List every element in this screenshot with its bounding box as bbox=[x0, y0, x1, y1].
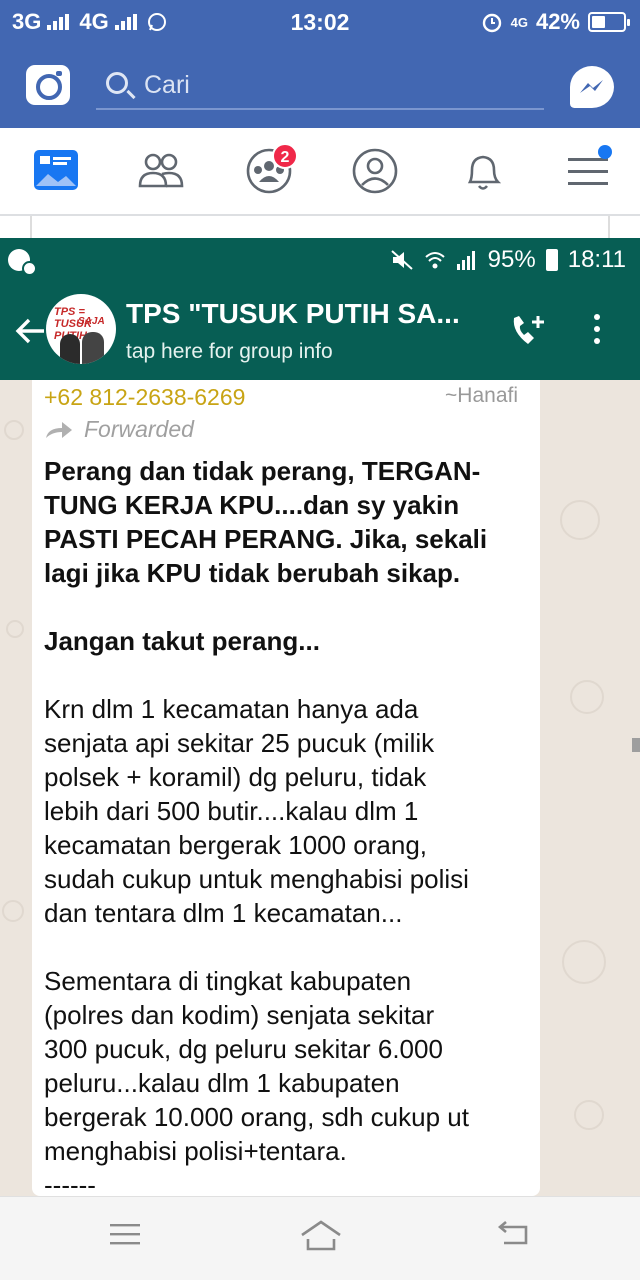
battery-percent: 42% bbox=[535, 9, 580, 34]
message-line: PASTI PECAH PERANG. Jika, sekali bbox=[44, 524, 488, 554]
forwarded-label: Forwarded bbox=[44, 416, 194, 443]
search-input[interactable] bbox=[144, 69, 524, 101]
message-line: kecamatan bergerak 1000 orang, bbox=[44, 830, 428, 860]
wallpaper-doodle bbox=[560, 500, 600, 540]
message-paragraph: Jangan takut perang... bbox=[44, 624, 524, 658]
wa-status-time: 18:11 bbox=[567, 246, 626, 273]
chat-area: +62 812-2638-6269 ~Hanafi Forwarded Pera… bbox=[0, 380, 640, 1196]
lte-label: 4G bbox=[510, 14, 528, 30]
mute-icon bbox=[391, 250, 413, 270]
message-line: Sementara di tingkat kabupaten bbox=[44, 966, 412, 996]
menu-icon[interactable] bbox=[108, 1219, 142, 1249]
message-line: Perang dan tidak perang, TERGAN- bbox=[44, 456, 481, 486]
group-info-hint[interactable]: tap here for group info bbox=[126, 340, 333, 364]
scrollbar-thumb[interactable] bbox=[632, 738, 640, 752]
wallpaper-doodle bbox=[4, 420, 24, 440]
message-line: Krn dlm 1 kecamatan hanya ada bbox=[44, 694, 419, 724]
message-line: lagi jika KPU tidak berubah sikap. bbox=[44, 558, 461, 588]
avatar-figure bbox=[60, 334, 80, 364]
feed-post-edge bbox=[0, 216, 640, 238]
friends-icon[interactable] bbox=[136, 146, 186, 196]
fb-top-bar bbox=[0, 44, 640, 128]
profile-icon[interactable] bbox=[350, 146, 400, 196]
message-bubble[interactable]: +62 812-2638-6269 ~Hanafi Forwarded Pera… bbox=[32, 380, 540, 1196]
message-line: senjata api sekitar 25 pucuk (milik bbox=[44, 728, 435, 758]
message-body: Perang dan tidak perang, TERGAN- TUNG KE… bbox=[44, 454, 524, 1196]
wallpaper-doodle bbox=[562, 940, 606, 984]
menu-notification-dot bbox=[598, 145, 612, 159]
wifi-icon bbox=[425, 252, 445, 269]
wallpaper-doodle bbox=[574, 1100, 604, 1130]
message-line: Jangan takut perang... bbox=[44, 626, 320, 656]
avatar-label: SAJA bbox=[78, 316, 105, 327]
message-line: TUNG KERJA KPU....dan sy yakin bbox=[44, 490, 460, 520]
group-title[interactable]: TPS "TUSUK PUTIH SA... bbox=[126, 298, 486, 330]
group-avatar[interactable]: TPS = TUSUK PUTIH SAJA bbox=[46, 294, 116, 364]
message-line: menghabisi polisi+tentara. bbox=[44, 1136, 347, 1166]
battery-icon bbox=[588, 12, 630, 32]
notification-icon bbox=[8, 249, 37, 276]
message-separator: ------ bbox=[44, 1170, 96, 1196]
groups-badge: 2 bbox=[272, 143, 298, 169]
message-sender[interactable]: +62 812-2638-6269 bbox=[44, 384, 245, 411]
message-line: (polres dan kodim) senjata sekitar bbox=[44, 1000, 435, 1030]
status-right: 4G 42% bbox=[481, 9, 630, 35]
wa-battery-percent: 95% bbox=[487, 246, 536, 273]
message-line: polsek + koramil) dg peluru, tidak bbox=[44, 762, 427, 792]
search-box[interactable] bbox=[96, 62, 544, 110]
signal-icon bbox=[456, 251, 475, 270]
message-paragraph: Krn dlm 1 kecamatan hanya ada senjata ap… bbox=[44, 692, 524, 930]
camera-icon[interactable] bbox=[26, 65, 70, 105]
alarm-icon bbox=[482, 13, 501, 33]
message-line: lebih dari 500 butir....kalau dlm 1 bbox=[44, 796, 419, 826]
message-author: ~Hanafi bbox=[445, 384, 518, 407]
message-line: sudah cukup untuk menghabisi polisi bbox=[44, 864, 469, 894]
avatar-figure bbox=[82, 332, 104, 364]
forward-arrow-icon bbox=[46, 421, 72, 438]
wa-status-bar: 95% 18:11 bbox=[0, 238, 640, 282]
fb-nav-row bbox=[0, 128, 640, 216]
message-paragraph: Perang dan tidak perang, TERGAN- TUNG KE… bbox=[44, 454, 524, 590]
forwarded-text: Forwarded bbox=[84, 416, 194, 442]
back-arrow-icon[interactable] bbox=[14, 316, 46, 346]
message-line: peluru...kalau dlm 1 kabupaten bbox=[44, 1068, 400, 1098]
more-options-icon[interactable] bbox=[594, 314, 600, 344]
message-line: dan tentara dlm 1 kecamatan... bbox=[44, 898, 403, 928]
wallpaper-doodle bbox=[570, 680, 604, 714]
bell-icon[interactable] bbox=[458, 146, 508, 196]
wa-chat-header: TPS = TUSUK PUTIH SAJA TPS "TUSUK PUTIH … bbox=[0, 282, 640, 380]
wa-battery-icon bbox=[545, 249, 558, 271]
back-icon[interactable] bbox=[496, 1219, 532, 1249]
wa-status-right: 95% 18:11 bbox=[390, 246, 626, 274]
message-paragraph: Sementara di tingkat kabupaten (polres d… bbox=[44, 964, 524, 1196]
add-call-icon[interactable] bbox=[508, 312, 548, 350]
feed-icon[interactable] bbox=[32, 146, 82, 196]
home-icon[interactable] bbox=[298, 1219, 344, 1253]
wallpaper-doodle bbox=[2, 900, 24, 922]
message-line: 300 pucuk, dg peluru sekitar 6.000 bbox=[44, 1034, 443, 1064]
messenger-icon[interactable] bbox=[570, 66, 614, 108]
system-nav-bar bbox=[0, 1196, 640, 1280]
message-line: bergerak 10.000 orang, sdh cukup ut bbox=[44, 1102, 469, 1132]
fb-status-bar: 3G 4G 13:02 4G 42% bbox=[0, 0, 640, 44]
search-icon bbox=[106, 72, 128, 94]
wallpaper-doodle bbox=[6, 620, 24, 638]
